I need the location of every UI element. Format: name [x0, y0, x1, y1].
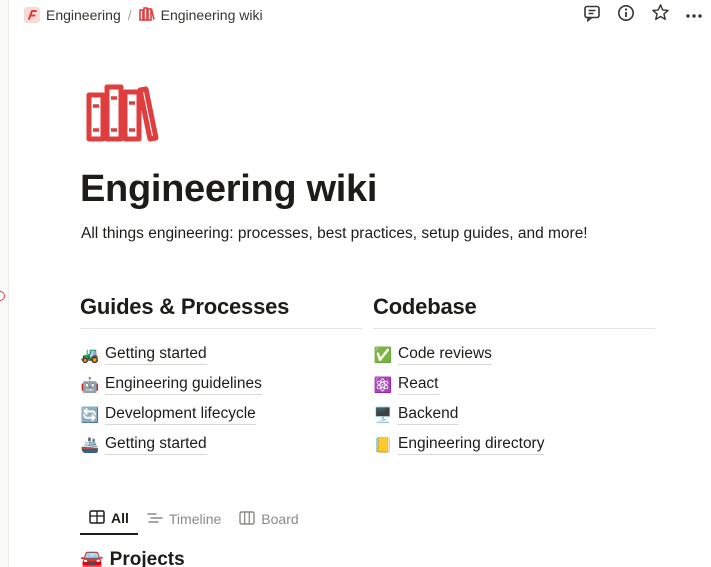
page-link[interactable]: 🔄 Development lifecycle — [80, 400, 362, 430]
column-guides-processes: Guides & Processes 🚜 Getting started 🤖 E… — [80, 294, 362, 460]
page-link-label: Getting started — [105, 345, 207, 365]
page-link-label: Engineering directory — [398, 435, 545, 455]
ledger-icon: 📒 — [373, 436, 393, 454]
page-link[interactable]: 📒 Engineering directory — [373, 430, 655, 460]
robot-icon: 🤖 — [80, 376, 100, 394]
page-link-label: Code reviews — [398, 345, 492, 365]
atom-icon: ⚛️ — [373, 376, 393, 394]
database-view-tabs: All Timeline Board — [80, 503, 308, 535]
checkbox-icon: ✅ — [373, 346, 393, 364]
books-icon — [80, 84, 160, 152]
tab-label: Timeline — [168, 511, 222, 527]
books-icon — [138, 6, 155, 24]
car-icon: 🚘 — [80, 550, 104, 567]
page-link[interactable]: ✅ Code reviews — [373, 340, 655, 370]
sidebar-edge — [0, 0, 9, 567]
tab-board[interactable]: Board — [230, 503, 307, 535]
cycle-icon: 🔄 — [80, 406, 100, 424]
breadcrumb-page-label: Engineering wiki — [160, 7, 263, 23]
page-link-label: Getting started — [105, 435, 207, 455]
page-link-label: Backend — [398, 405, 459, 425]
page-link[interactable]: ⚛️ React — [373, 370, 655, 400]
table-icon — [89, 509, 105, 527]
timeline-icon — [147, 511, 163, 528]
link-list: 🚜 Getting started 🤖 Engineering guidelin… — [80, 340, 362, 460]
star-icon — [651, 3, 670, 27]
top-bar: Engineering / Engineering wiki — [9, 0, 711, 30]
tractor-icon: 🚜 — [80, 346, 100, 364]
section-heading[interactable]: Guides & Processes — [80, 294, 362, 329]
desktop-computer-icon: 🖥️ — [373, 406, 393, 424]
more-icon — [685, 6, 703, 24]
top-actions — [581, 4, 705, 26]
section-heading[interactable]: Codebase — [373, 294, 655, 329]
page-link-label: Engineering guidelines — [105, 375, 262, 395]
more-button[interactable] — [683, 4, 705, 26]
page-link-label: React — [398, 375, 439, 395]
favorite-button[interactable] — [649, 4, 671, 26]
page-link[interactable]: 🚜 Getting started — [80, 340, 362, 370]
breadcrumb-workspace[interactable]: Engineering — [20, 5, 125, 25]
tab-label: All — [111, 510, 129, 526]
page-link[interactable]: 🖥️ Backend — [373, 400, 655, 430]
page-icon[interactable] — [80, 84, 160, 148]
board-icon — [239, 510, 255, 528]
breadcrumb-page[interactable]: Engineering wiki — [135, 5, 267, 26]
page-link[interactable]: 🤖 Engineering guidelines — [80, 370, 362, 400]
breadcrumb-separator: / — [127, 7, 132, 23]
page-description[interactable]: All things engineering: processes, best … — [81, 225, 588, 243]
tab-timeline[interactable]: Timeline — [138, 503, 230, 535]
info-icon — [617, 4, 635, 27]
link-list: ✅ Code reviews ⚛️ React 🖥️ Backend 📒 Eng… — [373, 340, 655, 460]
page-link-label: Development lifecycle — [105, 405, 256, 425]
database-title-label: Projects — [109, 549, 185, 567]
comment-button[interactable] — [581, 4, 603, 26]
breadcrumb: Engineering / Engineering wiki — [20, 5, 267, 26]
column-codebase: Codebase ✅ Code reviews ⚛️ React 🖥️ Back… — [373, 294, 655, 460]
page-title[interactable]: Engineering wiki — [80, 168, 377, 211]
database-title[interactable]: 🚘 Projects — [80, 548, 185, 567]
workspace-logo-icon — [24, 7, 40, 23]
tab-label: Board — [261, 511, 299, 527]
tab-all[interactable]: All — [80, 503, 138, 535]
info-button[interactable] — [615, 4, 637, 26]
page-link[interactable]: 🚢 Getting started — [80, 430, 362, 460]
breadcrumb-workspace-label: Engineering — [46, 7, 121, 23]
ship-icon: 🚢 — [80, 436, 100, 454]
comment-icon — [583, 4, 601, 27]
